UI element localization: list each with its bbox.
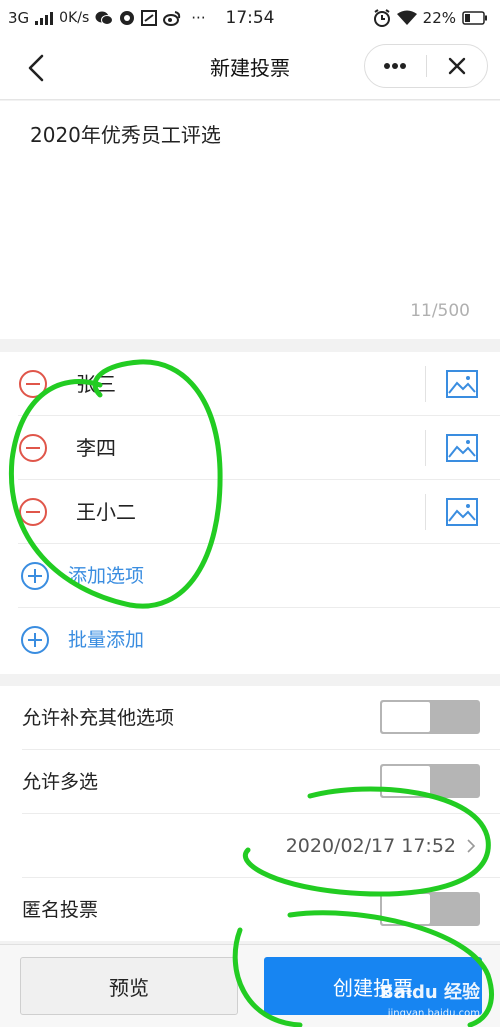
image-icon[interactable] <box>446 370 478 398</box>
chevron-right-icon <box>467 839 476 853</box>
batch-add-button[interactable]: 批量添加 <box>18 608 500 672</box>
minus-circle-icon[interactable] <box>18 369 48 399</box>
back-icon <box>28 54 44 82</box>
toggle-knob <box>382 766 430 796</box>
battery-percent: 22% <box>422 9 456 27</box>
option-divider <box>425 366 426 402</box>
wechat-icon <box>95 11 114 25</box>
batch-add-label: 批量添加 <box>68 629 145 651</box>
more-button[interactable] <box>365 45 426 87</box>
status-bar: 3G 0K/s ··· 17:54 22% <box>0 0 500 36</box>
bottom-action-bar: 预览 创建投票 <box>0 944 500 1027</box>
allow-other-toggle[interactable] <box>380 700 480 734</box>
image-icon[interactable] <box>446 498 478 526</box>
battery-icon <box>462 11 487 25</box>
close-icon <box>448 57 465 75</box>
allow-multi-toggle[interactable] <box>380 764 480 798</box>
preview-button[interactable]: 预览 <box>20 957 238 1015</box>
back-button[interactable] <box>18 50 54 86</box>
deadline-value: 2020/02/17 17:52 <box>285 835 456 857</box>
network-type: 3G <box>8 9 30 27</box>
add-option-label: 添加选项 <box>68 565 145 587</box>
toggle-knob <box>382 894 430 924</box>
plus-circle-icon <box>21 562 49 590</box>
anonymous-toggle[interactable] <box>380 892 480 926</box>
setting-anonymous: 匿名投票 <box>22 878 500 942</box>
close-button[interactable] <box>427 45 488 87</box>
char-count: 11/500 <box>410 301 470 321</box>
setting-deadline[interactable]: 2020/02/17 17:52 <box>22 814 500 878</box>
vote-title-text: 2020年优秀员工评选 <box>30 123 221 147</box>
deadline-picker[interactable]: 2020/02/17 17:52 <box>286 814 476 878</box>
options-list: 张三 李四 王小二 添加选项 批量添加 <box>0 352 500 674</box>
create-vote-button[interactable]: 创建投票 <box>264 957 482 1015</box>
more-icon <box>384 63 407 69</box>
alarm-icon <box>373 9 390 27</box>
option-divider <box>425 494 426 530</box>
weibo-icon <box>163 11 181 26</box>
chat-bubble-icon <box>120 11 135 25</box>
minus-circle-icon[interactable] <box>18 497 48 527</box>
vote-title-field[interactable]: 2020年优秀员工评选 11/500 <box>0 101 500 339</box>
option-input[interactable]: 李四 <box>76 416 116 480</box>
minus-circle-icon[interactable] <box>18 433 48 463</box>
wifi-icon <box>396 10 417 25</box>
option-input[interactable]: 王小二 <box>76 480 136 544</box>
setting-label: 匿名投票 <box>22 899 99 921</box>
status-right: 22% <box>373 9 488 27</box>
option-input[interactable]: 张三 <box>76 352 116 416</box>
setting-allow-other: 允许补充其他选项 <box>22 686 500 750</box>
status-left: 3G 0K/s ··· <box>8 9 206 27</box>
add-option-button[interactable]: 添加选项 <box>18 544 500 608</box>
setting-label: 允许多选 <box>22 771 99 793</box>
nav-bar: 新建投票 <box>0 36 500 100</box>
plus-circle-icon <box>21 626 49 654</box>
option-row: 王小二 <box>18 480 500 544</box>
notification-icon <box>141 10 158 26</box>
network-speed: 0K/s <box>59 10 90 26</box>
option-row: 李四 <box>18 416 500 480</box>
settings-list: 允许补充其他选项 允许多选 2020/02/17 17:52 匿名投票 <box>0 686 500 941</box>
setting-allow-multi: 允许多选 <box>22 750 500 814</box>
miniprogram-capsule <box>364 44 488 88</box>
more-status-indicator: ··· <box>191 9 206 27</box>
signal-icon <box>35 11 54 25</box>
image-icon[interactable] <box>446 434 478 462</box>
option-divider <box>425 430 426 466</box>
setting-label: 允许补充其他选项 <box>22 707 175 729</box>
option-row: 张三 <box>18 352 500 416</box>
toggle-knob <box>382 702 430 732</box>
